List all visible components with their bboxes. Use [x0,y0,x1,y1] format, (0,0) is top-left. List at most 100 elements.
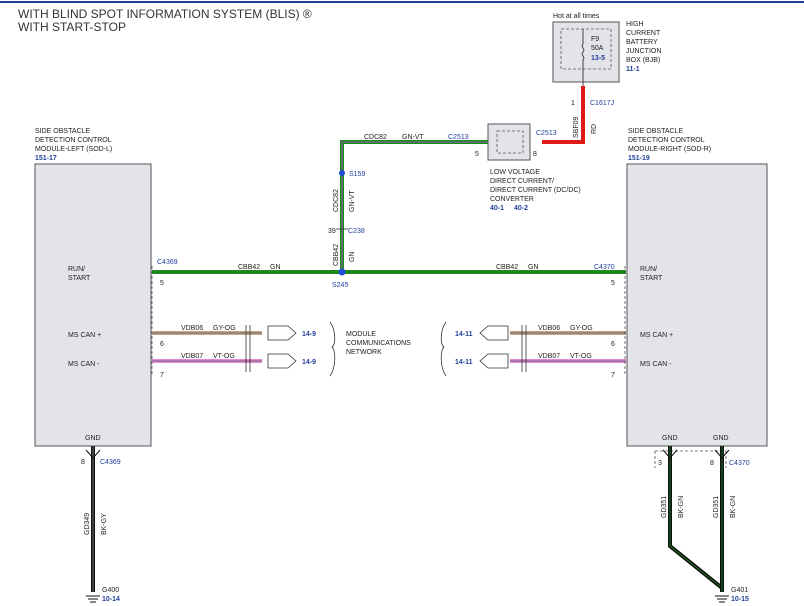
arrow-left-icon[interactable] [479,325,509,341]
dcdc-pin-left: 5 [475,151,479,158]
dcdc-connector: C2513 [536,130,557,137]
wire-bk-gn-a-label: BK-GN [678,496,685,518]
wire-vdb06-left-label: VDB06 [181,325,203,332]
wire-cdc82-vert-label: CDC82 [333,189,340,212]
splice-s245: S245 [332,282,348,289]
sod-r-name-1: SIDE OBSTACLE [628,128,683,135]
sod-r-pin-gnd-2: 8 [710,460,714,467]
left-ref-plus[interactable]: 14-9 [302,331,316,338]
wire-cdc82-stripe [341,141,488,272]
sod-r-connector: C4370 [594,264,615,271]
sod-l-pin-minus: 7 [160,372,164,379]
sod-r-gnd-connector: C4370 [729,460,750,467]
bjb-fuse: F9 [591,36,599,43]
wire-gn-left-label: GN [270,264,281,271]
bjb-name-ref: 11-1 [626,66,640,73]
c238-pin: 39 [328,228,336,235]
ground-g400-ref: 10-14 [102,596,120,603]
bjb-pin: 1 [571,100,575,107]
sod-r-ms-can-plus: MS CAN + [640,332,673,339]
wire-cdc82-label: CDC82 [364,134,387,141]
wire-gd349-label: GD349 [84,513,91,535]
dcdc-name-1: LOW VOLTAGE [490,169,540,176]
brace-right-icon [440,321,447,377]
sod-r-name-3: MODULE-RIGHT (SOD-R) [628,146,711,153]
wire-gn-vt-vert-label: GN-VT [349,190,356,213]
sod-r-pin-minus: 7 [611,372,615,379]
sod-l-name-3: MODULE-LEFT (SOD-L) [35,146,112,153]
sod-l-gnd-connector: C4369 [100,459,121,466]
diagram-title-line1: WITH BLIND SPOT INFORMATION SYSTEM (BLIS… [18,7,312,21]
sod-r-pin-plus: 6 [611,341,615,348]
wire-sbf09-label: SBF09 [573,116,580,138]
bjb-fuse-rating: 50A [591,45,604,52]
wire-bk-gy-label: BK-GY [101,513,108,535]
sod-l-name-1: SIDE OBSTACLE [35,128,90,135]
network-label-2: COMMUNICATIONS [346,340,411,347]
sod-l-ms-can-minus: MS CAN - [68,361,100,368]
wire-cbb42-vert-label: CBB42 [333,244,340,266]
wire-rd-label: RD [591,124,598,134]
bjb-name-3: BATTERY [626,39,658,46]
wire-vdb07-left-label: VDB07 [181,353,203,360]
ground-symbol-icon [715,595,729,603]
dcdc-box [487,123,531,161]
wire-gd351-b-label: GD351 [713,496,720,518]
wire-cdc82 [340,140,488,272]
right-ref-minus[interactable]: 14-11 [455,359,473,366]
wire-vt-og-right-label: VT-OG [570,353,592,360]
sod-r-pin-gnd-1: 3 [658,460,662,467]
sod-l-pin-run: 5 [160,280,164,287]
sod-r-start: START [640,275,663,282]
sod-l-ms-can-plus: MS CAN + [68,332,101,339]
wire-gy-og-right-label: GY-OG [570,325,593,332]
dcdc-name-4: CONVERTER [490,196,534,203]
bjb-caption: Hot at all times [553,13,600,20]
splice-s159-dot [339,170,345,176]
splice-s159: S159 [349,171,365,178]
dcdc-ref-2: 40-2 [514,205,528,212]
dcdc-name-2: DIRECT CURRENT/ [490,178,554,185]
sod-r-box [626,163,768,447]
sod-l-box [34,163,152,447]
ground-g400: G400 [102,587,119,594]
dcdc-name-3: DIRECT CURRENT (DC/DC) [490,187,581,194]
sod-r-gnd-1: GND [662,435,678,442]
c238-connector: C238 [348,228,365,235]
bjb-name-2: CURRENT [626,30,661,37]
sod-l-pin-plus: 6 [160,341,164,348]
wire-cbb42-right-label: CBB42 [496,264,518,271]
bjb-name-5: BOX (BJB) [626,57,660,64]
sod-l-ref: 151-17 [35,155,57,162]
bjb-name-4: JUNCTION [626,48,661,55]
splice-s245-dot [338,268,346,276]
ground-g401-ref: 10-15 [731,596,749,603]
wire-gn-vt-label: GN-VT [402,134,425,141]
arrow-right-icon[interactable] [267,353,297,369]
sod-r-run: RUN/ [640,266,657,273]
wire-vdb07-right-label: VDB07 [538,353,560,360]
sod-l-pin-gnd: 8 [81,459,85,466]
wire-gy-og-left-label: GY-OG [213,325,236,332]
dcdc-ref-1: 40-1 [490,205,504,212]
sod-l-connector: C4369 [157,259,178,266]
right-ref-plus[interactable]: 14-11 [455,331,473,338]
sod-r-gnd-2: GND [713,435,729,442]
sod-r-ms-can-minus: MS CAN - [640,361,672,368]
dcdc-pin-right: 8 [533,151,537,158]
arrow-left-icon[interactable] [479,353,509,369]
bjb-connector: C1617J [590,100,614,107]
left-ref-minus[interactable]: 14-9 [302,359,316,366]
sod-r-ref: 151-19 [628,155,650,162]
sod-l-gnd: GND [85,435,101,442]
ground-symbol-icon [86,595,100,603]
sod-r-name-2: DETECTION CONTROL [628,137,705,144]
wire-vt-og-left-label: VT-OG [213,353,235,360]
wire-gd351-a-label: GD351 [661,496,668,518]
arrow-right-icon[interactable] [267,325,297,341]
wire-bk-gn-b-label: BK-GN [730,496,737,518]
wire-vdb06-right-label: VDB06 [538,325,560,332]
wire-cbb42-left-label: CBB42 [238,264,260,271]
bjb-ref: 13-5 [591,55,605,62]
sod-l-start: START [68,275,91,282]
